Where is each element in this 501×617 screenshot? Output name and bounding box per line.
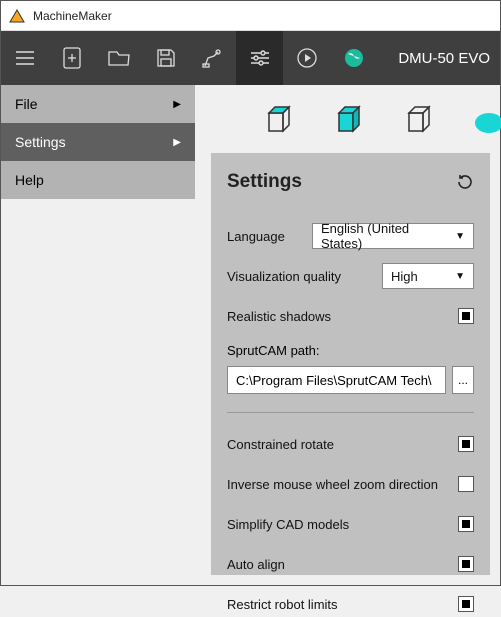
titlebar: MachineMaker	[1, 1, 500, 31]
shadows-label: Realistic shadows	[227, 309, 331, 324]
menu-item-help[interactable]: Help	[1, 161, 195, 199]
simplify-label: Simplify CAD models	[227, 517, 349, 532]
shadows-checkbox[interactable]	[458, 308, 474, 324]
simplify-checkbox[interactable]	[458, 516, 474, 532]
cube-filled-icon	[331, 101, 369, 139]
submenu-arrow-icon: ▶	[173, 99, 181, 110]
menu-item-label: Help	[15, 172, 44, 188]
restrict-robot-checkbox[interactable]	[458, 596, 474, 612]
inverse-zoom-checkbox[interactable]	[458, 476, 474, 492]
settings-sliders-button[interactable]	[236, 31, 283, 85]
chevron-down-icon: ▼	[455, 271, 465, 282]
inverse-zoom-label: Inverse mouse wheel zoom direction	[227, 477, 438, 492]
cube-icon	[261, 101, 299, 139]
app-logo-icon	[9, 8, 25, 24]
path-label: SprutCAM path:	[227, 343, 474, 358]
chevron-down-icon: ▼	[455, 231, 465, 242]
auto-align-checkbox[interactable]	[458, 556, 474, 572]
settings-panel: Settings Language English (United States…	[211, 153, 490, 575]
path-value: C:\Program Files\SprutCAM Tech\	[236, 373, 432, 388]
dropdown-value: English (United States)	[321, 221, 447, 251]
open-folder-button[interactable]	[95, 31, 142, 85]
play-button[interactable]	[283, 31, 330, 85]
auto-align-label: Auto align	[227, 557, 285, 572]
cube-outline-icon	[401, 101, 439, 139]
toolbar: DMU-50 EVO	[1, 31, 500, 85]
rotate-checkbox[interactable]	[458, 436, 474, 452]
menu-item-label: Settings	[15, 134, 66, 150]
menu-button[interactable]	[1, 31, 48, 85]
divider	[227, 412, 474, 413]
quality-label: Visualization quality	[227, 269, 341, 284]
menu-item-label: File	[15, 96, 38, 112]
language-dropdown[interactable]: English (United States) ▼	[312, 223, 474, 249]
submenu-arrow-icon: ▶	[173, 137, 181, 148]
quality-dropdown[interactable]: High ▼	[382, 263, 474, 289]
dropdown-value: High	[391, 269, 418, 284]
canvas-shapes	[241, 101, 500, 141]
rotate-label: Constrained rotate	[227, 437, 334, 452]
blob-icon	[471, 101, 501, 139]
app-title: MachineMaker	[33, 9, 112, 23]
project-title: DMU-50 EVO	[398, 50, 500, 67]
globe-button[interactable]	[330, 31, 377, 85]
restrict-robot-label: Restrict robot limits	[227, 597, 338, 612]
path-input[interactable]: C:\Program Files\SprutCAM Tech\	[227, 366, 446, 394]
save-button[interactable]	[142, 31, 189, 85]
menu-item-file[interactable]: File ▶	[1, 85, 195, 123]
menu-item-settings[interactable]: Settings ▶	[1, 123, 195, 161]
new-file-button[interactable]	[48, 31, 95, 85]
language-label: Language	[227, 229, 285, 244]
robot-button[interactable]	[189, 31, 236, 85]
browse-button[interactable]: ...	[452, 366, 474, 394]
main-menu: File ▶ Settings ▶ Help	[1, 85, 195, 199]
reset-button[interactable]	[456, 173, 474, 191]
settings-title: Settings	[227, 171, 302, 193]
